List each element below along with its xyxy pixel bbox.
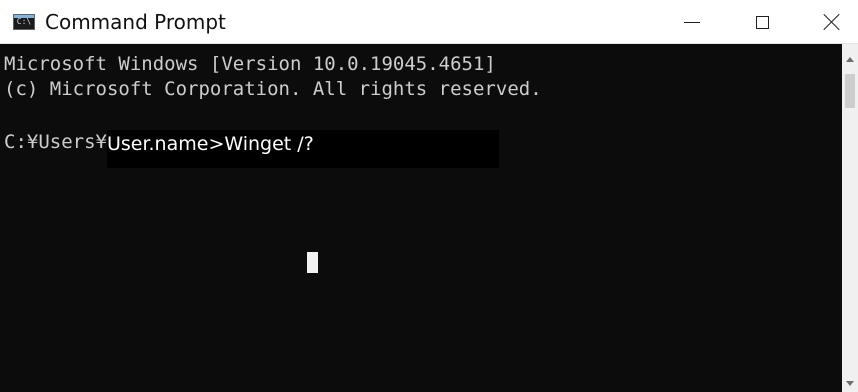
console-line: (c) Microsoft Corporation. All rights re…	[4, 78, 542, 100]
command-line[interactable]: C:¥Users¥User.name>Winget /?	[4, 130, 499, 168]
maximize-icon	[755, 15, 769, 29]
scroll-thumb[interactable]	[845, 74, 855, 108]
scroll-down-button[interactable]	[842, 374, 858, 392]
vertical-scrollbar[interactable]	[842, 44, 858, 392]
close-icon	[823, 13, 841, 31]
minimize-icon	[684, 21, 700, 23]
chevron-down-icon	[846, 380, 854, 386]
cmd-icon[interactable]: C:\	[13, 14, 35, 30]
title-bar[interactable]: C:\ Command Prompt	[0, 0, 858, 44]
maximize-button[interactable]	[730, 0, 794, 44]
minimize-button[interactable]	[660, 0, 724, 44]
command-prompt-window: C:\ Command Prompt Microsoft Windows [Ve…	[0, 0, 858, 392]
console-output[interactable]: Microsoft Windows [Version 10.0.19045.46…	[0, 44, 842, 392]
window-title: Command Prompt	[45, 10, 226, 34]
close-button[interactable]	[800, 0, 858, 44]
prompt-path: C:¥Users¥	[4, 131, 107, 153]
selected-command-text[interactable]: User.name>Winget /?	[106, 130, 499, 168]
scroll-up-button[interactable]	[842, 50, 858, 68]
chevron-up-icon	[846, 56, 854, 62]
text-cursor	[307, 252, 318, 273]
console-line: Microsoft Windows [Version 10.0.19045.46…	[4, 53, 496, 75]
